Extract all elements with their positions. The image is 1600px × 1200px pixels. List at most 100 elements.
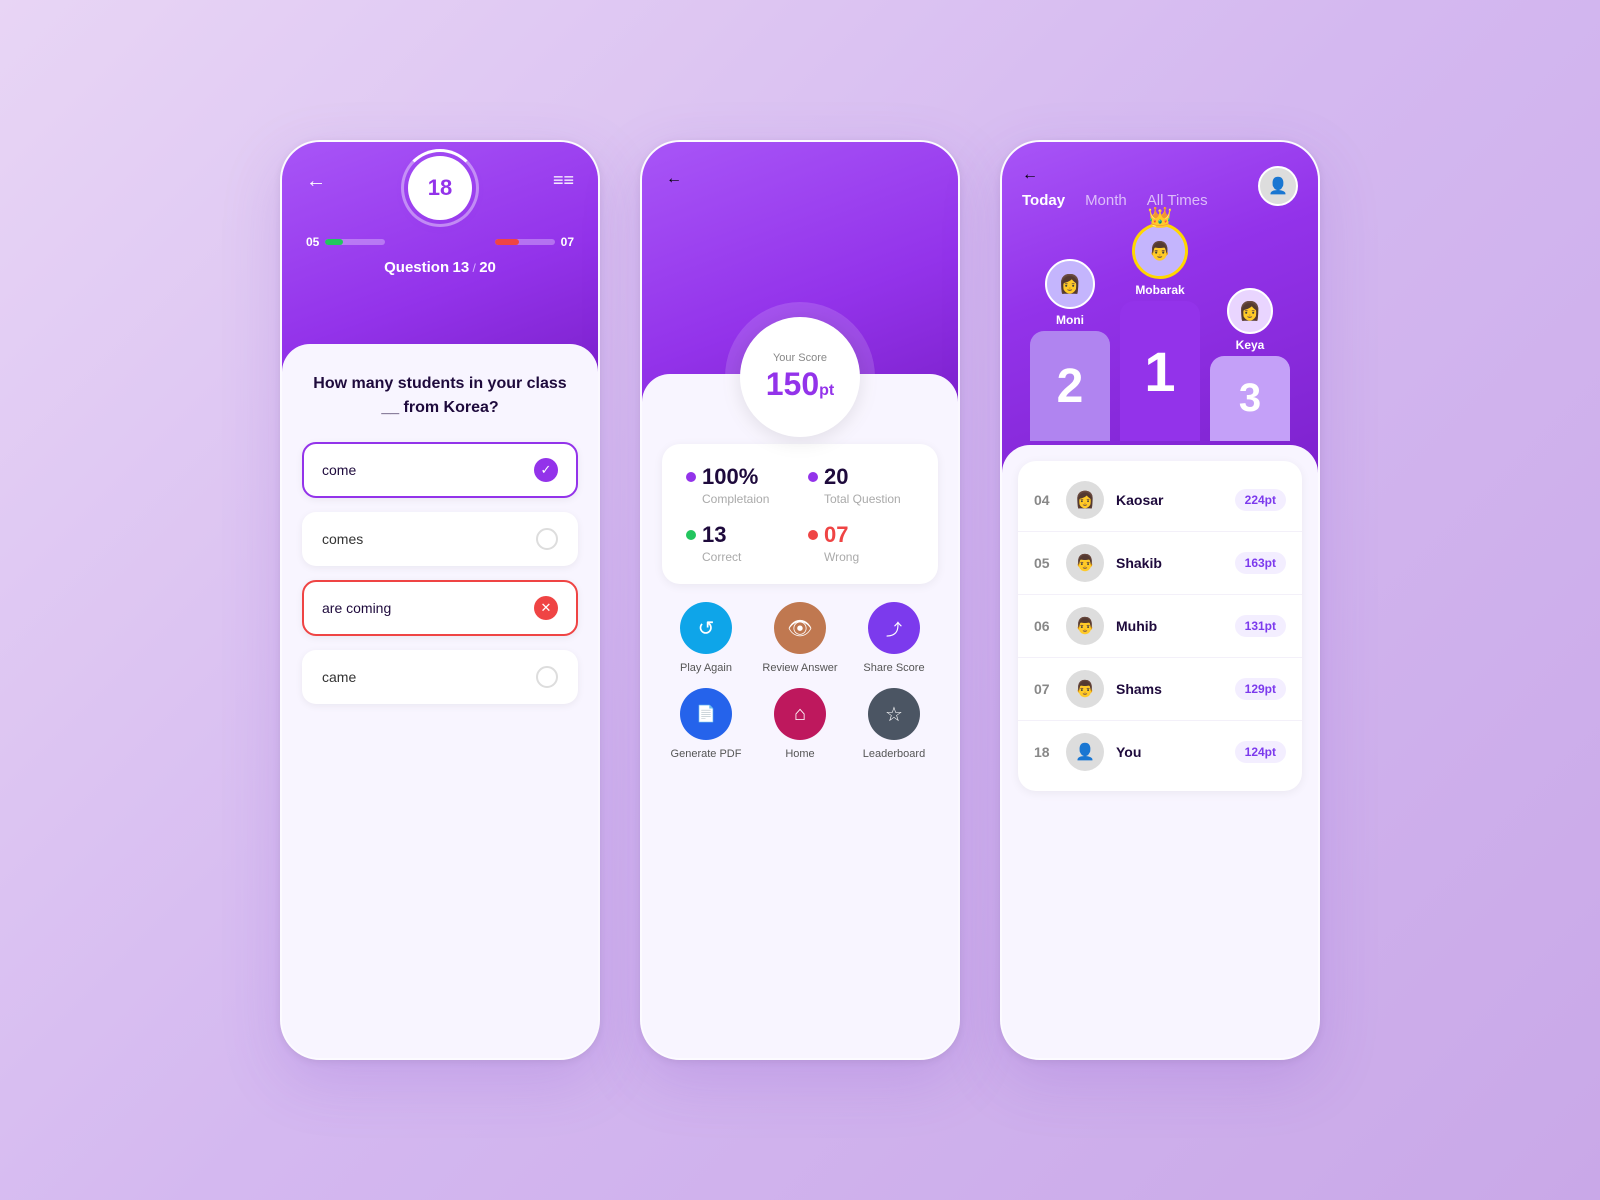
stat-correct-value: 13 [686,522,792,548]
right-score: 07 [495,235,574,249]
lb-row-muhib: 06 👨 Muhib 131pt [1018,595,1302,658]
wrong-icon: ✕ [534,596,558,620]
check-icon: ✓ [534,458,558,482]
dot-green [686,530,696,540]
generate-pdf-label: Generate PDF [671,748,742,760]
lb-name: Kaosar [1116,492,1223,508]
score-unit: pt [819,382,834,399]
dot-red [808,530,818,540]
leaderboard-label: Leaderboard [863,748,925,760]
home-label: Home [785,748,814,760]
stat-wrong-value: 07 [808,522,914,548]
review-answer-icon: 👁 [774,602,826,654]
lb-avatar: 👩 [1066,481,1104,519]
option-text: comes [322,531,363,547]
answer-option-come[interactable]: come ✓ [302,442,578,498]
progress-bar-green [325,239,385,245]
lb-pts: 129pt [1235,678,1286,700]
phone-1: ← ≡≡ 18 05 07 Question 13 / 20 How many … [280,140,600,1060]
podium-avatar-2nd: 👩 [1045,259,1095,309]
crown-icon: 👑 [1148,205,1173,230]
lb-row-shams: 07 👨 Shams 129pt [1018,658,1302,721]
lb-avatar: 👨 [1066,544,1104,582]
phone3-body: 04 👩 Kaosar 224pt 05 👨 Shakib 163pt 06 👨… [1002,445,1318,1058]
lb-rank: 05 [1034,555,1054,571]
stat-total-value: 20 [808,464,914,490]
phone-3: ← 👤 Today Month All Times 👩 Moni 2 442pt… [1000,140,1320,1060]
back-button[interactable]: ← [1022,166,1038,183]
podium-name-1st: Mobarak [1135,283,1184,297]
play-again-icon: ↺ [680,602,732,654]
lb-pts: 131pt [1235,615,1286,637]
lb-pts: 124pt [1235,741,1286,763]
generate-pdf-button[interactable]: 📄 Generate PDF [666,688,746,760]
score-label: Your Score [773,352,827,364]
score-number: 150 [766,366,819,402]
radio-icon [536,528,558,550]
podium-avatar-1st: 👨 [1132,223,1188,279]
left-score: 05 [306,235,385,249]
answer-option-came[interactable]: came [302,650,578,704]
podium-1st: 👑 👨 Mobarak 1 453pt [1120,223,1200,457]
podium-name-3rd: Keya [1236,338,1265,352]
option-text: are coming [322,600,391,616]
podium-3rd: 👩 Keya 3 373pt [1210,288,1290,457]
back-button[interactable]: ← [666,170,934,188]
podium-rank-2nd: 2 [1030,331,1110,441]
review-answer-button[interactable]: 👁 Review Answer [760,602,840,674]
settings-icon[interactable]: ≡≡ [553,170,574,191]
stats-card: 100% Completaion 20 Total Question 13 Co… [662,444,938,584]
podium: 👩 Moni 2 442pt 👑 👨 Mobarak 1 453pt 👩 [1022,223,1298,457]
share-score-button[interactable]: ⤴ Share Score [854,602,934,674]
lb-name: You [1116,744,1223,760]
lb-avatar: 👤 [1066,733,1104,771]
stat-total-label: Total Question [808,492,914,506]
dot-purple2 [808,472,818,482]
tab-today[interactable]: Today [1022,192,1065,209]
actions-grid: ↺ Play Again 👁 Review Answer ⤴ Share Sco… [662,602,938,760]
share-score-icon: ⤴ [868,602,920,654]
stat-correct-label: Correct [686,550,792,564]
back-button[interactable]: ← [306,170,326,193]
phone3-header: ← 👤 Today Month All Times 👩 Moni 2 442pt… [1002,142,1318,473]
lb-avatar: 👨 [1066,607,1104,645]
play-again-button[interactable]: ↺ Play Again [666,602,746,674]
podium-rank-1st: 1 [1120,301,1200,441]
phone1-body: How many students in your class __ from … [282,344,598,1058]
stat-total: 20 Total Question [808,464,914,506]
option-text: came [322,669,356,685]
leaderboard-list: 04 👩 Kaosar 224pt 05 👨 Shakib 163pt 06 👨… [1018,461,1302,791]
tab-month[interactable]: Month [1085,192,1127,209]
lb-rank: 06 [1034,618,1054,634]
stat-completion-label: Completaion [686,492,792,506]
home-icon: ⌂ [774,688,826,740]
phone2-body: 100% Completaion 20 Total Question 13 Co… [642,374,958,1058]
lb-name: Shakib [1116,555,1223,571]
phone1-header: ← ≡≡ 18 05 07 Question 13 / 20 [282,142,598,372]
play-again-label: Play Again [680,662,732,674]
podium-avatar-3rd: 👩 [1227,288,1273,334]
home-button[interactable]: ⌂ Home [760,688,840,760]
podium-rank-3rd: 3 [1210,356,1290,441]
review-answer-label: Review Answer [762,662,837,674]
stat-wrong-label: Wrong [808,550,914,564]
answer-option-arecoming[interactable]: are coming ✕ [302,580,578,636]
question-text: How many students in your class __ from … [302,372,578,428]
option-text: come [322,462,356,478]
leaderboard-button[interactable]: ☆ Leaderboard [854,688,934,760]
radio-icon [536,666,558,688]
dot-purple [686,472,696,482]
lb-name: Shams [1116,681,1223,697]
lb-rank: 04 [1034,492,1054,508]
timer-display: 18 [408,156,472,220]
lb-rank: 18 [1034,744,1054,760]
profile-avatar[interactable]: 👤 [1258,166,1298,206]
stat-completion-value: 100% [686,464,792,490]
lb-pts: 163pt [1235,552,1286,574]
lb-avatar: 👨 [1066,670,1104,708]
answer-option-comes[interactable]: comes [302,512,578,566]
score-circle-inner: Your Score 150pt [740,317,860,437]
lb-row-shakib: 05 👨 Shakib 163pt [1018,532,1302,595]
stat-completion: 100% Completaion [686,464,792,506]
score-display: 150pt [766,366,835,403]
